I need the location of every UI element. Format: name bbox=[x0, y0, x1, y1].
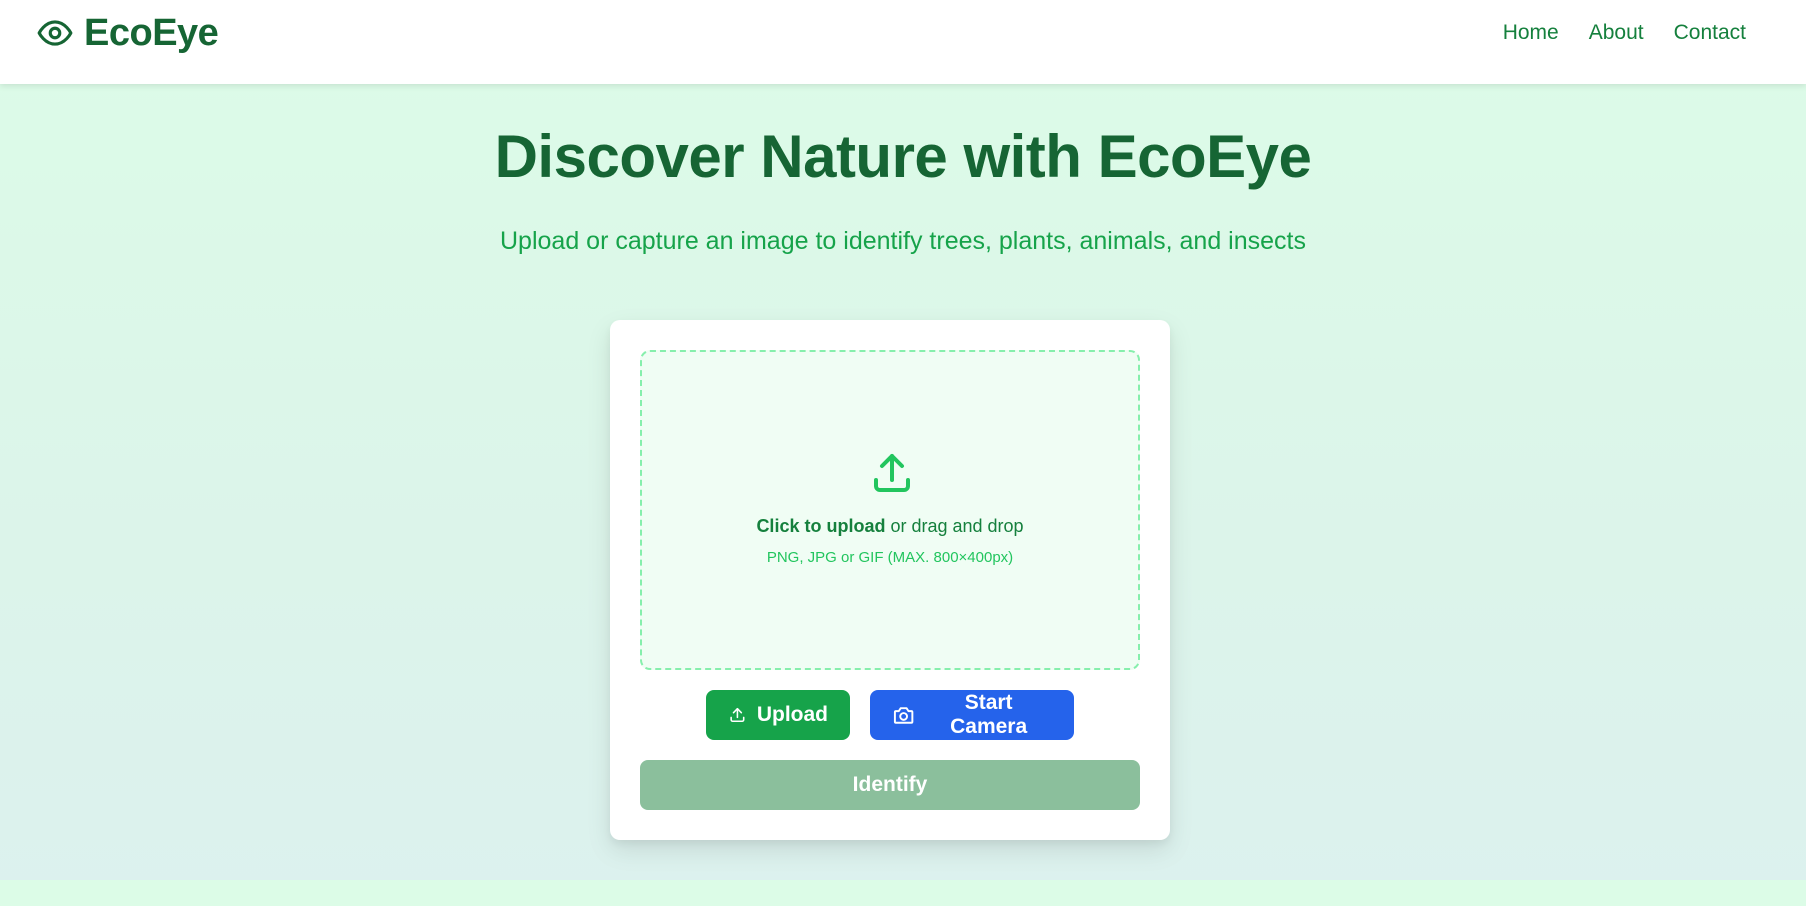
footer-strip bbox=[0, 880, 1806, 906]
upload-button-label: Upload bbox=[756, 703, 828, 726]
nav-link-about[interactable]: About bbox=[1589, 21, 1644, 45]
action-button-row: Upload Start Camera bbox=[610, 690, 1170, 740]
brand-name: EcoEye bbox=[84, 11, 219, 54]
page-title: Discover Nature with EcoEye bbox=[494, 123, 1312, 190]
nav-link-contact[interactable]: Contact bbox=[1674, 21, 1746, 45]
identify-button[interactable]: Identify bbox=[640, 760, 1140, 810]
camera-icon bbox=[893, 707, 914, 724]
upload-card: Click to upload or drag and drop PNG, JP… bbox=[610, 320, 1170, 840]
upload-arrow-icon bbox=[874, 454, 910, 492]
hero-section: Discover Nature with EcoEye Upload or ca… bbox=[0, 84, 1806, 256]
nav-links: Home About Contact bbox=[1503, 21, 1746, 45]
nav-link-home[interactable]: Home bbox=[1503, 21, 1559, 45]
eye-icon bbox=[37, 20, 73, 46]
upload-dropzone[interactable]: Click to upload or drag and drop PNG, JP… bbox=[640, 350, 1140, 670]
page-subtitle: Upload or capture an image to identify t… bbox=[500, 227, 1306, 255]
start-camera-button[interactable]: Start Camera bbox=[870, 690, 1074, 740]
brand-logo[interactable]: EcoEye bbox=[36, 11, 219, 55]
top-navbar: EcoEye Home About Contact bbox=[0, 0, 1806, 84]
start-camera-button-label: Start Camera bbox=[950, 691, 1028, 738]
upload-button[interactable]: Upload bbox=[706, 690, 850, 740]
click-to-upload-text[interactable]: Click to upload bbox=[756, 516, 885, 536]
upload-icon bbox=[730, 707, 745, 723]
file-format-hint: PNG, JPG or GIF (MAX. 800×400px) bbox=[766, 549, 1014, 566]
drag-drop-text: or drag and drop bbox=[885, 516, 1024, 536]
dropzone-instruction: Click to upload or drag and drop bbox=[642, 516, 1138, 537]
